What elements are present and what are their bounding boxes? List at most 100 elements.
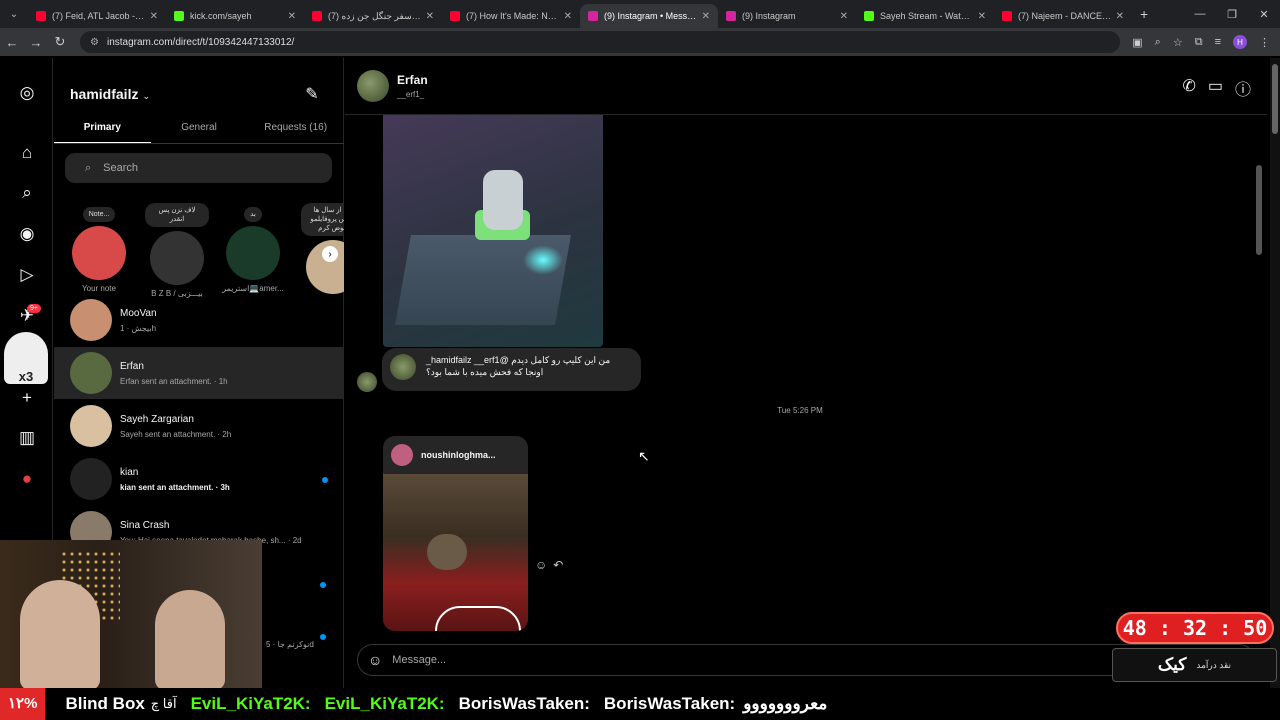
notes-row: Note... Your note لاف نزن پس انقدر B Z B / … [54, 203, 344, 298]
webcam-person-right [155, 590, 225, 690]
kick-widget: کیک نقد درآمد [1112, 648, 1277, 682]
thread-item[interactable]: MooVan بیجش · 1h [54, 294, 344, 346]
tab-title: (7) Feid, ATL Jacob - LUNA [52, 11, 146, 21]
note-avatar [72, 226, 126, 280]
video-call-icon[interactable]: ▭ [1208, 76, 1223, 100]
browser-tab[interactable]: (7) آغاز سفر جنگل جن زده ✕ [304, 4, 442, 28]
site-info-icon[interactable]: ⚙ [90, 37, 99, 48]
react-emoji-icon[interactable]: ☺ [535, 558, 553, 572]
browser-tab[interactable]: Sayeh Stream - Watch Live ✕ [856, 4, 994, 28]
search-icon[interactable]: ⌕ [16, 182, 38, 204]
video-frame-glow [523, 245, 563, 275]
close-tab-icon[interactable]: ✕ [150, 11, 158, 22]
conversation-panel: Erfan __erf1_ ✆ ▭ ⓘ من این کلیپ رو کامل … [345, 58, 1267, 698]
tab-requests[interactable]: Requests (16) [247, 116, 344, 143]
contact-name[interactable]: Erfan [397, 73, 428, 87]
browser-tab[interactable]: kick.com/sayeh ✕ [166, 4, 304, 28]
browser-tab[interactable]: (7) Feid, ATL Jacob - LUNA ✕ [28, 4, 166, 28]
close-tab-icon[interactable]: ✕ [978, 11, 986, 22]
search-icon: ⌕ [85, 161, 92, 174]
note-item[interactable]: Note... Your note [64, 203, 134, 293]
post-play-ring [435, 606, 521, 631]
thread-avatar [70, 352, 112, 394]
shared-post-attachment[interactable]: noushinloghma... [383, 436, 528, 631]
thread-item[interactable]: Erfan Erfan sent an attachment. · 1h [54, 347, 344, 399]
reading-list-icon[interactable]: ≡ [1215, 36, 1221, 48]
note-bubble: Note... [82, 207, 116, 222]
unread-dot [320, 634, 326, 640]
browser-tab[interactable]: (9) Instagram ✕ [718, 4, 856, 28]
forward-icon[interactable]: → [24, 35, 48, 50]
reply-arrow-icon[interactable]: ↶ [553, 558, 569, 572]
kick-sub: نقد درآمد [1196, 660, 1232, 670]
note-item[interactable]: لاف نزن پس انقدر B Z B / بیـــزبی [142, 203, 212, 298]
post-author-name: noushinloghma... [421, 450, 496, 460]
emoji-icon[interactable]: ☺ [368, 652, 382, 668]
close-tab-icon[interactable]: ✕ [426, 11, 434, 22]
chat-scrollbar[interactable] [1255, 115, 1263, 635]
message-placeholder: Message... [392, 654, 447, 666]
address-bar[interactable]: ⚙ instagram.com/direct/t/109342447133012… [80, 31, 1120, 53]
ticker-user: EviL_KiYaT2K: [324, 694, 445, 713]
tab-general[interactable]: General [151, 116, 248, 143]
thread-name: MooVan [120, 307, 157, 319]
audio-call-icon[interactable]: ✆ [1182, 76, 1195, 100]
new-tab-button[interactable]: + [1140, 6, 1148, 22]
tab-primary[interactable]: Primary [54, 116, 151, 143]
close-tab-icon[interactable]: ✕ [288, 11, 296, 22]
explore-icon[interactable]: ◉ [16, 223, 38, 245]
tab-search-chevron-icon[interactable]: ⌄ [0, 0, 28, 28]
ticker-chat: آقا چ [150, 696, 177, 711]
close-tab-icon[interactable]: ✕ [702, 11, 710, 22]
note-label: استریمر💻amer... [222, 284, 284, 293]
back-icon[interactable]: ← [0, 35, 24, 50]
dashboard-icon[interactable]: ▥ [16, 427, 38, 449]
reply-message-bubble[interactable]: من این کلیپ رو کامل دیدم @hamidfailz __e… [382, 348, 641, 391]
ticker-user: BorisWasTaken: [458, 694, 590, 713]
thread-avatar [70, 299, 112, 341]
reels-icon[interactable]: ▷ [16, 264, 38, 286]
account-username: hamidfailz [70, 86, 139, 102]
shared-video-attachment[interactable] [383, 115, 603, 347]
ticker-percent: ۱۲% [0, 688, 46, 720]
tab-favicon-icon [312, 11, 322, 21]
browser-tab[interactable]: (9) Instagram • Messages ✕ [580, 4, 718, 28]
browser-tab[interactable]: (7) Najeem - DANCE ON ✕ [994, 4, 1132, 28]
instagram-logo-icon[interactable]: ◎ [16, 82, 38, 104]
create-icon[interactable]: + [16, 387, 38, 409]
close-tab-icon[interactable]: ✕ [1116, 11, 1124, 22]
conversation-info-icon[interactable]: ⓘ [1235, 76, 1251, 100]
sender-avatar[interactable] [357, 372, 377, 392]
page-scrollbar[interactable] [1270, 58, 1280, 698]
profile-icon[interactable]: ● [16, 468, 38, 490]
new-message-icon[interactable]: ✎ [302, 84, 322, 104]
close-tab-icon[interactable]: ✕ [840, 11, 848, 22]
browser-menu-icon[interactable]: ⋮ [1259, 36, 1270, 49]
tab-favicon-icon [450, 11, 460, 21]
tab-favicon-icon [1002, 11, 1012, 21]
restore-icon[interactable]: ❐ [1216, 0, 1248, 28]
url-text: instagram.com/direct/t/109342447133012/ [106, 36, 295, 48]
install-app-icon[interactable]: ▣ [1132, 36, 1142, 49]
next-notes-icon[interactable]: › [322, 246, 338, 262]
conversation-header: Erfan __erf1_ ✆ ▭ ⓘ [345, 58, 1267, 115]
account-switcher[interactable]: hamidfailz ⌄ [70, 86, 150, 102]
minimize-icon[interactable]: — [1184, 0, 1216, 28]
browser-tab[interactable]: (7) How It's Made: Nutcra ✕ [442, 4, 580, 28]
thread-item[interactable]: kian kian sent an attachment. · 3h [54, 453, 344, 505]
thread-avatar [70, 458, 112, 500]
extensions-icon[interactable]: ⧉ [1195, 36, 1203, 49]
thread-preview: Sayeh sent an attachment. · 2h [120, 429, 232, 439]
search-placeholder: Search [103, 162, 139, 174]
note-item[interactable]: بد استریمر💻amer... [218, 203, 288, 293]
zoom-icon[interactable]: ⌕ [1155, 36, 1161, 49]
contact-avatar[interactable] [357, 70, 389, 102]
close-window-icon[interactable]: ✕ [1248, 0, 1280, 28]
reload-icon[interactable]: ↻ [48, 34, 72, 50]
thread-item[interactable]: Sayeh Zargarian Sayeh sent an attachment.… [54, 400, 344, 452]
bookmark-star-icon[interactable]: ☆ [1173, 36, 1183, 49]
close-tab-icon[interactable]: ✕ [564, 11, 572, 22]
profile-avatar[interactable]: H [1233, 35, 1247, 49]
home-icon[interactable]: ⌂ [16, 142, 38, 164]
search-input[interactable]: ⌕ Search [65, 153, 332, 183]
